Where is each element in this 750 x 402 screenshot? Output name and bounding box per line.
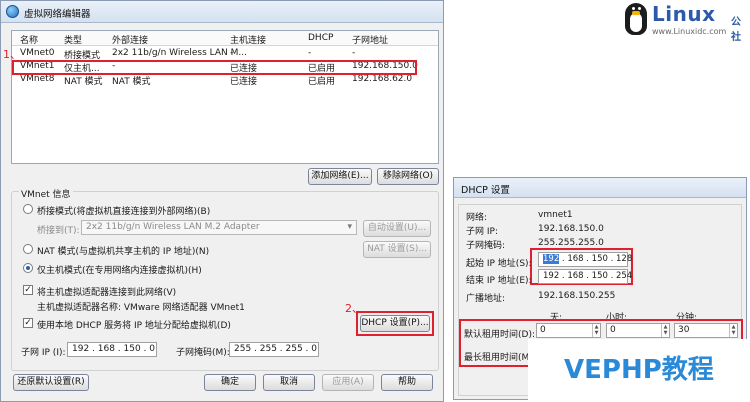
- table-header: 名称 类型 外部连接 主机连接 DHCP 子网地址: [12, 31, 438, 46]
- cell: 192.168.62.0: [352, 74, 413, 84]
- start-ip-first-octet: 192: [543, 254, 560, 264]
- subnet-mask-input[interactable]: 255 . 255 . 255 . 0: [229, 342, 319, 357]
- dialog-titlebar: DHCP 设置: [454, 178, 746, 198]
- linux-brand-logo: Linux 公社 www.Linuxidc.com: [622, 2, 750, 43]
- cell: VMnet0: [20, 48, 55, 58]
- spinner-arrows-icon[interactable]: ▲ ▼: [592, 324, 600, 337]
- default-minutes-value: 30: [678, 325, 690, 335]
- bridged-label: 桥接模式(将虚拟机直接连接到外部网络)(B): [37, 207, 211, 217]
- spinner-arrows-icon[interactable]: ▲ ▼: [729, 324, 737, 337]
- brand-name: Linux: [652, 2, 716, 26]
- col-type[interactable]: 类型: [64, 33, 82, 46]
- subnet-ip-input[interactable]: 192 . 168 . 150 . 0: [67, 342, 157, 357]
- network-table[interactable]: 名称 类型 外部连接 主机连接 DHCP 子网地址 VMnet0 桥接模式 2x…: [11, 30, 439, 164]
- subnet-mask-value: 255.255.255.0: [538, 238, 604, 248]
- col-host[interactable]: 主机连接: [230, 33, 266, 46]
- dialog-title: DHCP 设置: [461, 185, 510, 196]
- restore-defaults-button[interactable]: 还原默认设置(R): [13, 374, 89, 391]
- window-title: 虚拟网络编辑器: [24, 9, 91, 20]
- cell: 已启用: [308, 77, 336, 87]
- cell: NAT 模式: [112, 77, 151, 87]
- ok-button[interactable]: 确定: [204, 374, 256, 391]
- table-row[interactable]: VMnet0 桥接模式 2x2 11b/g/n Wireless LAN M..…: [12, 46, 438, 61]
- start-ip-input[interactable]: 192 . 168 . 150 . 128: [538, 252, 632, 267]
- subnet-ip-value: 192.168.150.0: [538, 224, 604, 234]
- default-lease-label: 默认租用时间(D):: [464, 330, 535, 340]
- cell: -: [352, 48, 356, 58]
- broadcast-label: 广播地址:: [466, 294, 506, 304]
- auto-settings-button[interactable]: 自动设置(U)...: [363, 220, 431, 237]
- default-days-value: 0: [540, 325, 546, 335]
- subnet-ip-label: 子网 IP (I):: [21, 348, 66, 358]
- nat-radio[interactable]: [23, 244, 33, 254]
- start-ip-label: 起始 IP 地址(S):: [466, 259, 532, 269]
- nat-label: NAT 模式(与虚拟机共享主机的 IP 地址)(N): [37, 247, 210, 257]
- apply-button[interactable]: 应用(A): [322, 374, 374, 391]
- brand-url: www.Linuxidc.com: [652, 27, 727, 36]
- subnet-mask-label: 子网掩码:: [466, 241, 506, 251]
- add-network-button[interactable]: 添加网络(E)...: [308, 168, 372, 185]
- connect-adapter-label: 将主机虚拟适配器连接到此网络(V): [37, 288, 177, 298]
- dhcp-settings-button[interactable]: DHCP 设置(P)...: [360, 315, 430, 332]
- annotation-1: 1、: [3, 48, 21, 61]
- remove-network-button[interactable]: 移除网络(O): [377, 168, 439, 185]
- bridged-to-label: 桥接到(T):: [37, 226, 80, 236]
- vmnet1-highlight: [12, 60, 417, 75]
- col-subnet[interactable]: 子网地址: [352, 33, 388, 46]
- cell: -: [308, 48, 312, 58]
- network-value: vmnet1: [538, 210, 573, 220]
- nat-settings-button[interactable]: NAT 设置(S)...: [363, 241, 431, 258]
- cell: -: [230, 48, 234, 58]
- brand-cn: 公社: [731, 17, 741, 43]
- spinner-arrows-icon[interactable]: ▲ ▼: [661, 324, 669, 337]
- use-dhcp-checkbox[interactable]: ✓: [23, 318, 33, 328]
- penguin-icon: [625, 3, 647, 35]
- help-button[interactable]: 帮助: [381, 374, 433, 391]
- max-lease-label: 最长租用时间(M):: [464, 353, 536, 363]
- end-ip-label: 结束 IP 地址(E):: [466, 276, 532, 286]
- cell: 2x2 11b/g/n Wireless LAN M...: [112, 48, 247, 58]
- connect-adapter-checkbox[interactable]: ✓: [23, 285, 33, 295]
- chevron-down-icon: ▾: [347, 222, 352, 232]
- use-dhcp-label: 使用本地 DHCP 服务将 IP 地址分配给虚拟机(D): [37, 321, 231, 331]
- subnet-mask-label: 子网掩码(M):: [176, 348, 230, 358]
- virtual-network-editor-window: 虚拟网络编辑器 名称 类型 外部连接 主机连接 DHCP 子网地址 VMnet0…: [0, 0, 444, 402]
- cell: 已连接: [230, 77, 258, 87]
- window-titlebar: 虚拟网络编辑器: [1, 1, 443, 23]
- watermark: VEPHP教程: [528, 339, 750, 402]
- default-minutes-stepper[interactable]: 30 ▲ ▼: [674, 323, 738, 338]
- cancel-button[interactable]: 取消: [263, 374, 315, 391]
- col-external[interactable]: 外部连接: [112, 33, 148, 46]
- vmware-app-icon: [6, 5, 19, 18]
- default-hours-value: 0: [610, 325, 616, 335]
- host-only-label: 仅主机模式(在专用网络内连接虚拟机)(H): [37, 266, 202, 276]
- host-only-radio[interactable]: [23, 263, 33, 273]
- end-ip-input[interactable]: 192 . 168 . 150 . 254: [538, 269, 632, 284]
- subnet-ip-label: 子网 IP:: [466, 227, 498, 237]
- default-hours-stepper[interactable]: 0 ▲ ▼: [606, 323, 670, 338]
- cell: VMnet8: [20, 74, 55, 84]
- vmnet-info-title: VMnet 信息: [19, 187, 73, 200]
- default-days-stepper[interactable]: 0 ▲ ▼: [536, 323, 601, 338]
- adapter-name-label: 主机虚拟适配器名称: VMware 网络适配器 VMnet1: [37, 303, 245, 313]
- broadcast-value: 192.168.150.255: [538, 291, 616, 301]
- col-name[interactable]: 名称: [20, 33, 38, 46]
- bridged-to-value: 2x2 11b/g/n Wireless LAN M.2 Adapter: [86, 222, 260, 232]
- cell: NAT 模式: [64, 77, 103, 87]
- network-label: 网络:: [466, 213, 488, 223]
- start-ip-rest: . 168 . 150 . 128: [559, 254, 633, 264]
- col-dhcp[interactable]: DHCP: [308, 33, 333, 43]
- bridged-radio[interactable]: [23, 204, 33, 214]
- bridged-to-select[interactable]: 2x2 11b/g/n Wireless LAN M.2 Adapter ▾: [81, 220, 357, 235]
